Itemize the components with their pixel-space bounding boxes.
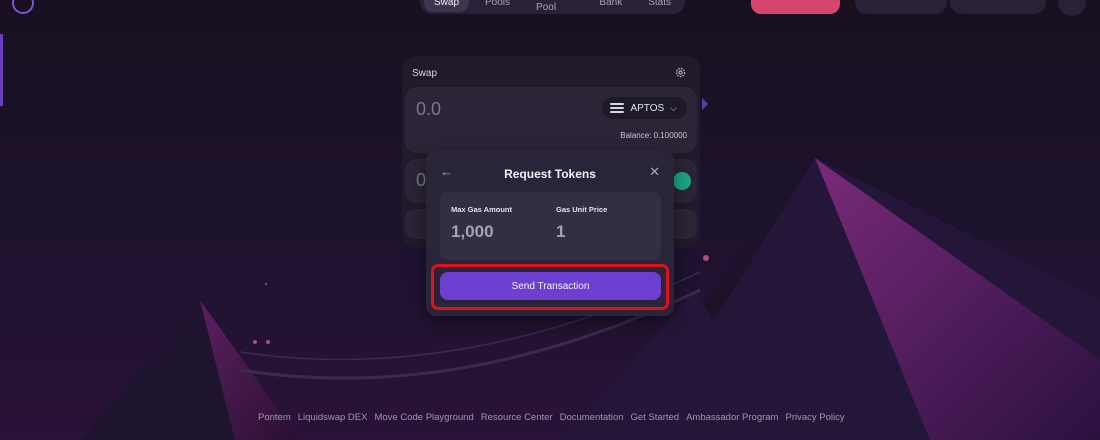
footer-links: Pontem Liquidswap DEX Move Code Playgrou… (258, 412, 845, 423)
request-tokens-button[interactable] (751, 0, 840, 14)
footer-link-ambassador[interactable]: Ambassador Program (686, 412, 778, 423)
token-selector[interactable]: APTOS ⌵ (602, 97, 687, 119)
footer-link-get-started[interactable]: Get Started (630, 412, 679, 423)
gas-settings: Max Gas Amount 1,000 Gas Unit Price 1 (440, 192, 661, 260)
footer-link-privacy[interactable]: Privacy Policy (785, 412, 844, 423)
wallet-button[interactable] (950, 0, 1046, 14)
nav-item-stats[interactable]: Stats (638, 0, 681, 12)
footer-link-documentation[interactable]: Documentation (560, 412, 624, 423)
send-transaction-button[interactable]: Send Transaction (440, 272, 661, 300)
balance-text: Balance: 0.100000 (620, 131, 687, 140)
nav-item-bank[interactable]: Bank (589, 0, 632, 12)
edge-accent (0, 34, 3, 106)
gas-price-value: 1 (556, 222, 566, 241)
nav-item-swap[interactable]: Swap (424, 0, 470, 12)
footer-link-playground[interactable]: Move Code Playground (374, 412, 473, 423)
network-selector[interactable] (855, 0, 947, 14)
close-icon[interactable]: ✕ (649, 164, 660, 180)
top-navigation: Swap Pools Create Pool Bank Stats (0, 0, 1100, 16)
swap-title: Swap (412, 68, 438, 79)
max-gas-value: 1,000 (451, 222, 494, 241)
from-token-box: 0.0 APTOS ⌵ Balance: 0.100000 (405, 87, 697, 153)
gas-price-label: Gas Unit Price (556, 205, 608, 214)
request-tokens-modal: ← Request Tokens ✕ Max Gas Amount 1,000 … (426, 150, 674, 316)
main-nav: Swap Pools Create Pool Bank Stats (420, 0, 685, 14)
chevron-down-icon: ⌵ (670, 102, 677, 113)
nav-item-create-pool[interactable]: Create Pool (526, 0, 583, 17)
footer-link-pontem[interactable]: Pontem (258, 412, 291, 423)
decorative-arrow (702, 98, 708, 110)
footer-link-liquidswap[interactable]: Liquidswap DEX (298, 412, 368, 423)
gear-icon[interactable] (674, 66, 688, 80)
from-amount-input[interactable]: 0.0 (416, 99, 441, 120)
modal-title: Request Tokens (504, 167, 596, 181)
token-symbol: APTOS (630, 102, 665, 114)
token-selector-to[interactable] (673, 172, 691, 190)
footer-link-resource-center[interactable]: Resource Center (481, 412, 553, 423)
max-gas-label: Max Gas Amount (451, 205, 512, 214)
aptos-icon (610, 103, 625, 113)
to-amount-input[interactable]: 0 (416, 170, 426, 191)
nav-item-pools[interactable]: Pools (475, 0, 520, 12)
